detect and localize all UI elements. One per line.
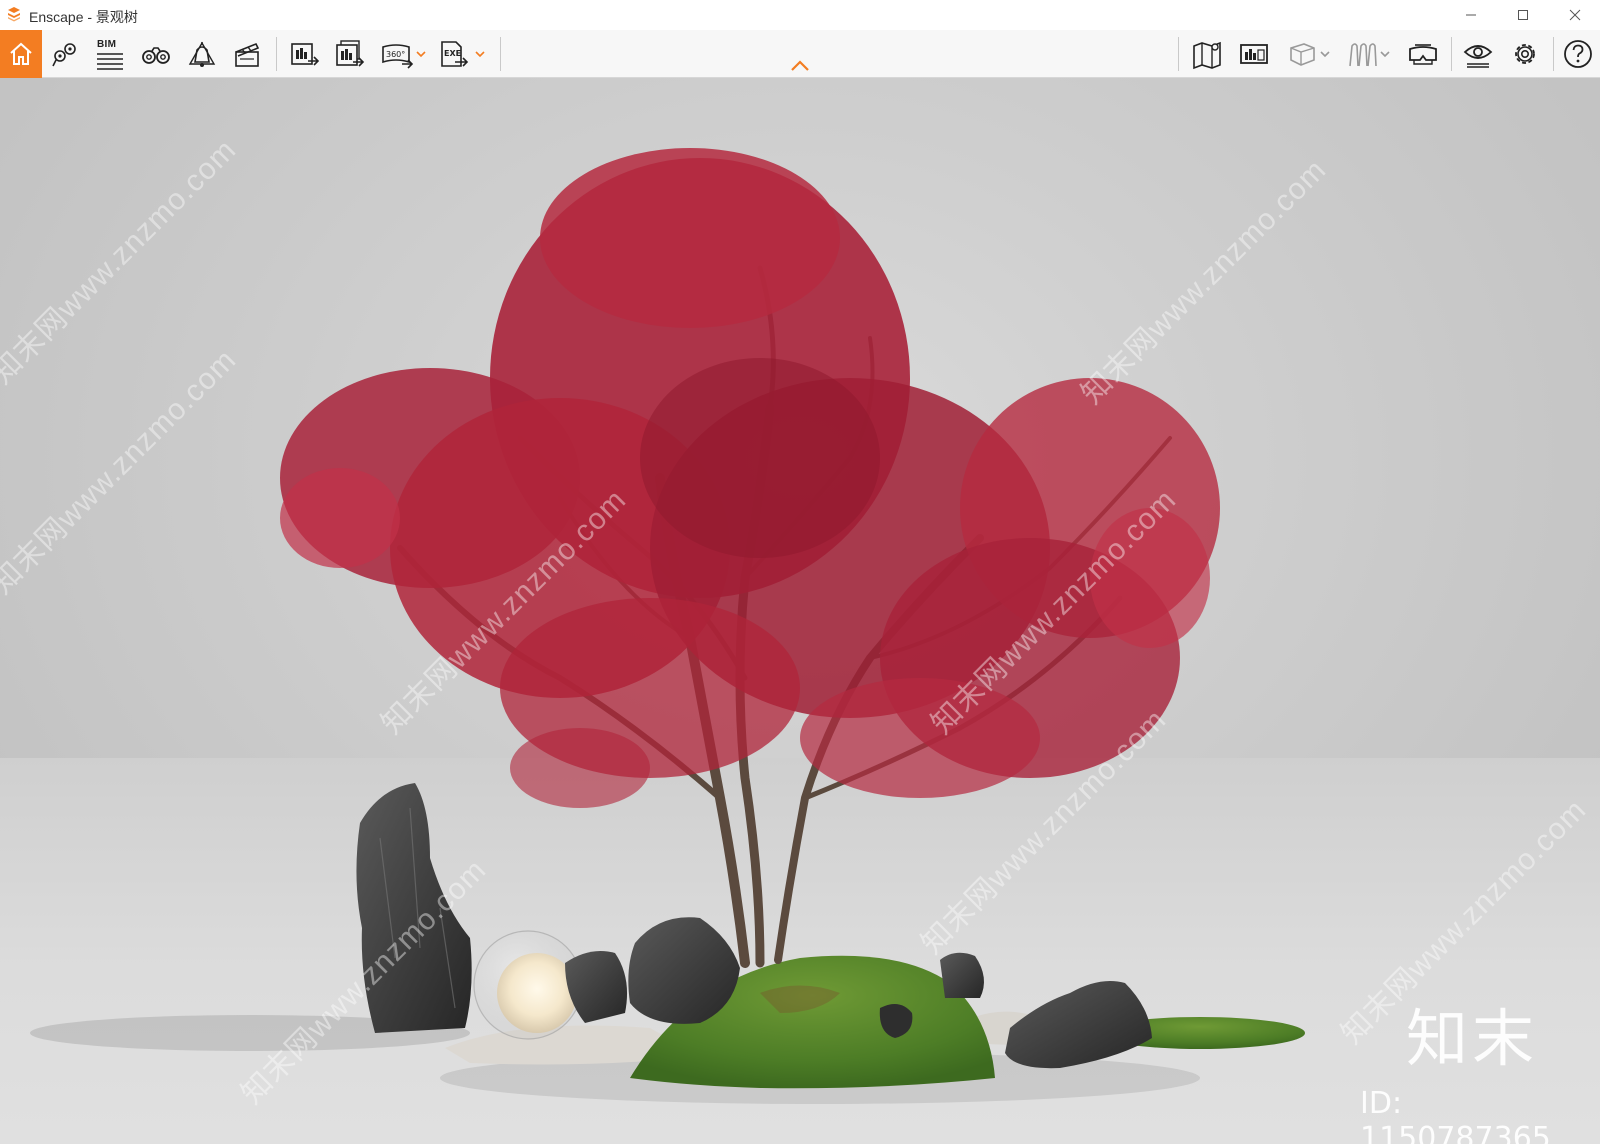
maximize-icon xyxy=(1518,10,1528,20)
settings-gear-icon xyxy=(1515,44,1535,64)
toolbar-separator xyxy=(1178,37,1179,71)
walk-mode-dropdown[interactable] xyxy=(1380,44,1390,64)
render-viewport[interactable]: 知末网www.znzmo.com 知末网www.znzmo.com 知末网www… xyxy=(0,78,1600,1144)
walk-mode-icon xyxy=(1349,43,1377,67)
export-exe-icon: EXE xyxy=(441,41,469,67)
flat-rock xyxy=(1005,980,1152,1069)
export-dropdown[interactable] xyxy=(475,44,485,64)
binoculars-button[interactable] xyxy=(136,34,176,74)
location-views-icon xyxy=(52,43,76,67)
help-button[interactable] xyxy=(1558,34,1598,74)
bim-label: BIM xyxy=(97,39,117,50)
close-icon xyxy=(1569,9,1581,21)
chevron-down-icon xyxy=(1320,51,1330,58)
sphere-lamp-glow xyxy=(497,953,577,1033)
panorama-label: 360° xyxy=(386,50,405,59)
chevron-down-icon xyxy=(475,51,485,58)
toolbar-separator xyxy=(276,37,277,71)
cube-button[interactable] xyxy=(1282,34,1322,74)
home-icon xyxy=(10,42,32,65)
location-views-button[interactable] xyxy=(45,34,85,74)
image-id-label: ID: 1150787365 xyxy=(1360,1086,1551,1144)
panorama-dropdown[interactable] xyxy=(416,44,426,64)
export-exe-button[interactable]: EXE xyxy=(433,34,473,74)
main-toolbar: BIM 360° EXE xyxy=(0,30,1600,78)
chevron-down-icon xyxy=(1380,51,1390,58)
minimize-icon xyxy=(1466,14,1476,16)
walk-mode-button[interactable] xyxy=(1342,34,1382,74)
panorama-button[interactable]: 360° xyxy=(377,34,417,74)
toolbar-separator xyxy=(1451,37,1452,71)
mini-map-button[interactable] xyxy=(1234,34,1274,74)
batch-render-button[interactable] xyxy=(329,34,369,74)
cube-icon xyxy=(1290,43,1315,66)
window-title: Enscape - 景观树 xyxy=(29,9,138,25)
panorama-360-icon: 360° xyxy=(382,44,414,69)
cube-dropdown[interactable] xyxy=(1320,44,1330,64)
map-icon xyxy=(1193,41,1221,70)
video-editor-button[interactable] xyxy=(227,34,267,74)
help-icon xyxy=(1564,40,1592,68)
chevron-down-icon xyxy=(416,51,426,58)
export-exe-label: EXE xyxy=(444,49,461,58)
small-rock xyxy=(940,952,984,998)
vr-headset-icon xyxy=(1409,44,1437,65)
home-button[interactable] xyxy=(0,30,42,78)
binoculars-icon xyxy=(142,47,170,64)
clapperboard-icon xyxy=(235,42,260,67)
render-image-button[interactable] xyxy=(284,34,324,74)
toolbar-separator xyxy=(1553,37,1554,71)
bell-button[interactable] xyxy=(182,34,222,74)
bell-icon xyxy=(188,41,216,67)
enscape-logo-icon xyxy=(8,7,20,22)
close-button[interactable] xyxy=(1552,0,1598,30)
brand-logo: 知末 xyxy=(1406,1002,1539,1075)
collapse-toolbar-chevron-icon[interactable] xyxy=(790,60,810,72)
maximize-button[interactable] xyxy=(1500,0,1546,30)
minimize-button[interactable] xyxy=(1448,0,1494,30)
settings-button[interactable] xyxy=(1505,34,1545,74)
render-image-icon xyxy=(291,43,320,66)
batch-render-icon xyxy=(336,40,365,67)
scene-render xyxy=(30,148,1305,1104)
mini-map-view-icon xyxy=(1240,44,1268,64)
vr-headset-button[interactable] xyxy=(1403,34,1443,74)
toolbar-separator xyxy=(500,37,501,71)
eye-icon xyxy=(1463,45,1493,68)
visual-settings-button[interactable] xyxy=(1458,34,1498,74)
map-button[interactable] xyxy=(1187,34,1227,74)
title-bar: Enscape - 景观树 xyxy=(0,0,1600,30)
